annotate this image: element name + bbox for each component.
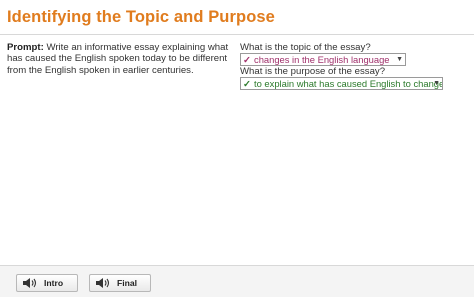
checkmark-icon: ✓ (243, 54, 251, 65)
title-divider (0, 34, 474, 35)
purpose-question-label: What is the purpose of the essay? (240, 66, 386, 77)
final-button[interactable]: Final (89, 274, 151, 292)
topic-question-label: What is the topic of the essay? (240, 42, 371, 53)
final-button-label: Final (117, 278, 138, 288)
topic-answer-value: changes in the English language (254, 54, 390, 65)
checkmark-icon: ✓ (243, 78, 251, 89)
purpose-answer-dropdown[interactable]: ✓ to explain what has caused English to c… (240, 77, 443, 90)
speaker-icon (96, 278, 110, 288)
chevron-down-icon: ▼ (396, 56, 403, 63)
purpose-answer-value: to explain what has caused English to ch… (254, 78, 443, 89)
speaker-icon (23, 278, 37, 288)
chevron-down-icon: ▼ (433, 80, 440, 87)
page-title: Identifying the Topic and Purpose (7, 8, 275, 26)
footer-divider (0, 265, 474, 266)
topic-answer-dropdown[interactable]: ✓ changes in the English language ▼ (240, 53, 406, 66)
prompt-text: Prompt: Write an informative essay expla… (7, 42, 235, 76)
intro-button-label: Intro (44, 278, 64, 288)
prompt-label: Prompt: (7, 42, 44, 53)
intro-button[interactable]: Intro (16, 274, 78, 292)
